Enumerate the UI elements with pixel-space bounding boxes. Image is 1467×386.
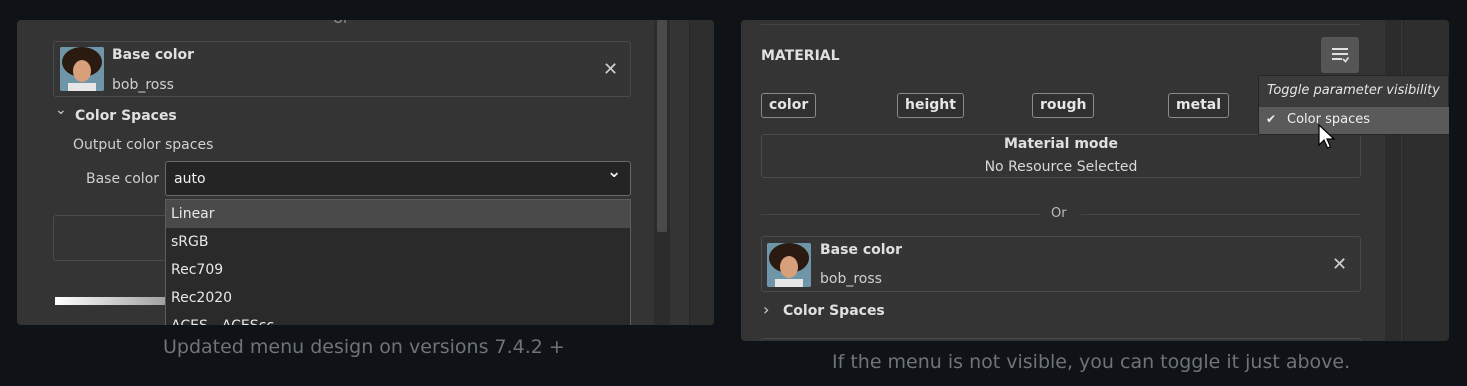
divider-left bbox=[761, 214, 1041, 215]
or-divider-text: Or bbox=[1051, 206, 1067, 221]
base-color-card[interactable]: Base color bob_ross ✕ bbox=[761, 236, 1361, 292]
base-color-title: Base color bbox=[820, 242, 903, 258]
toggle-visibility-popup: Toggle parameter visibility ✔ Color spac… bbox=[1258, 75, 1449, 135]
color-spaces-header[interactable]: ⌄ Color Spaces bbox=[55, 102, 255, 128]
chevron-down-icon: ⌄ bbox=[607, 162, 622, 182]
next-card-edge bbox=[761, 338, 1361, 341]
left-panel: Or Base color bob_ross ✕ ⌄ Color Spaces … bbox=[17, 20, 714, 325]
material-mode-box[interactable]: Material mode No Resource Selected bbox=[761, 134, 1361, 178]
or-divider-text: Or bbox=[333, 20, 349, 27]
dropdown-option-rec709[interactable]: Rec709 bbox=[166, 256, 630, 284]
color-spaces-title: Color Spaces bbox=[75, 108, 177, 124]
popup-title: Toggle parameter visibility bbox=[1267, 83, 1440, 98]
section-title: MATERIAL bbox=[761, 48, 840, 64]
dropdown-option-srgb[interactable]: sRGB bbox=[166, 228, 630, 256]
left-caption: Updated menu design on versions 7.4.2 + bbox=[163, 336, 565, 358]
panel-edge bbox=[1403, 20, 1449, 341]
right-caption: If the menu is not visible, you can togg… bbox=[832, 351, 1351, 373]
material-mode-title: Material mode bbox=[1003, 136, 1119, 152]
dropdown-option-rec2020[interactable]: Rec2020 bbox=[166, 284, 630, 312]
gradient-bar bbox=[55, 297, 175, 305]
close-icon[interactable]: ✕ bbox=[603, 59, 618, 80]
top-border bbox=[761, 24, 1361, 25]
check-icon: ✔ bbox=[1266, 112, 1277, 126]
output-color-spaces-label: Output color spaces bbox=[73, 137, 214, 153]
color-space-select[interactable]: auto ⌄ bbox=[165, 161, 631, 196]
chip-rough[interactable]: rough bbox=[1032, 93, 1095, 118]
mouse-cursor-icon bbox=[1318, 124, 1336, 149]
chip-metal[interactable]: metal bbox=[1168, 93, 1230, 118]
color-space-dropdown: Linear sRGB Rec709 Rec2020 ACES - ACEScc bbox=[165, 199, 631, 325]
chevron-down-icon: ⌄ bbox=[55, 102, 67, 118]
close-icon[interactable]: ✕ bbox=[1332, 254, 1347, 275]
dropdown-option-aces[interactable]: ACES - ACEScc bbox=[166, 312, 630, 325]
scrollbar[interactable] bbox=[1385, 20, 1401, 341]
right-panel: MATERIAL color height rough metal Materi… bbox=[741, 20, 1449, 341]
panel-edge bbox=[689, 20, 714, 325]
hidden-field-box bbox=[53, 215, 173, 261]
base-color-subtitle: bob_ross bbox=[112, 77, 174, 93]
color-spaces-title: Color Spaces bbox=[783, 303, 885, 319]
select-value: auto bbox=[174, 171, 206, 187]
chip-height[interactable]: height bbox=[897, 93, 964, 118]
color-spaces-header[interactable]: › Color Spaces bbox=[763, 300, 963, 323]
scrollbar-thumb[interactable] bbox=[657, 20, 667, 232]
chip-color[interactable]: color bbox=[761, 93, 817, 118]
filter-list-icon[interactable] bbox=[1321, 37, 1359, 73]
base-color-subtitle: bob_ross bbox=[820, 271, 882, 287]
base-color-title: Base color bbox=[112, 47, 195, 63]
material-mode-value: No Resource Selected bbox=[984, 159, 1138, 175]
bob-ross-avatar bbox=[60, 47, 104, 91]
base-color-field-label: Base color bbox=[86, 171, 160, 187]
popup-item-color-spaces[interactable]: ✔ Color spaces bbox=[1259, 107, 1449, 134]
dropdown-option-linear[interactable]: Linear bbox=[166, 200, 630, 228]
base-color-card[interactable]: Base color bob_ross ✕ bbox=[53, 41, 631, 97]
divider-right bbox=[1081, 214, 1361, 215]
chevron-right-icon: › bbox=[763, 300, 770, 319]
bob-ross-avatar bbox=[767, 243, 811, 287]
